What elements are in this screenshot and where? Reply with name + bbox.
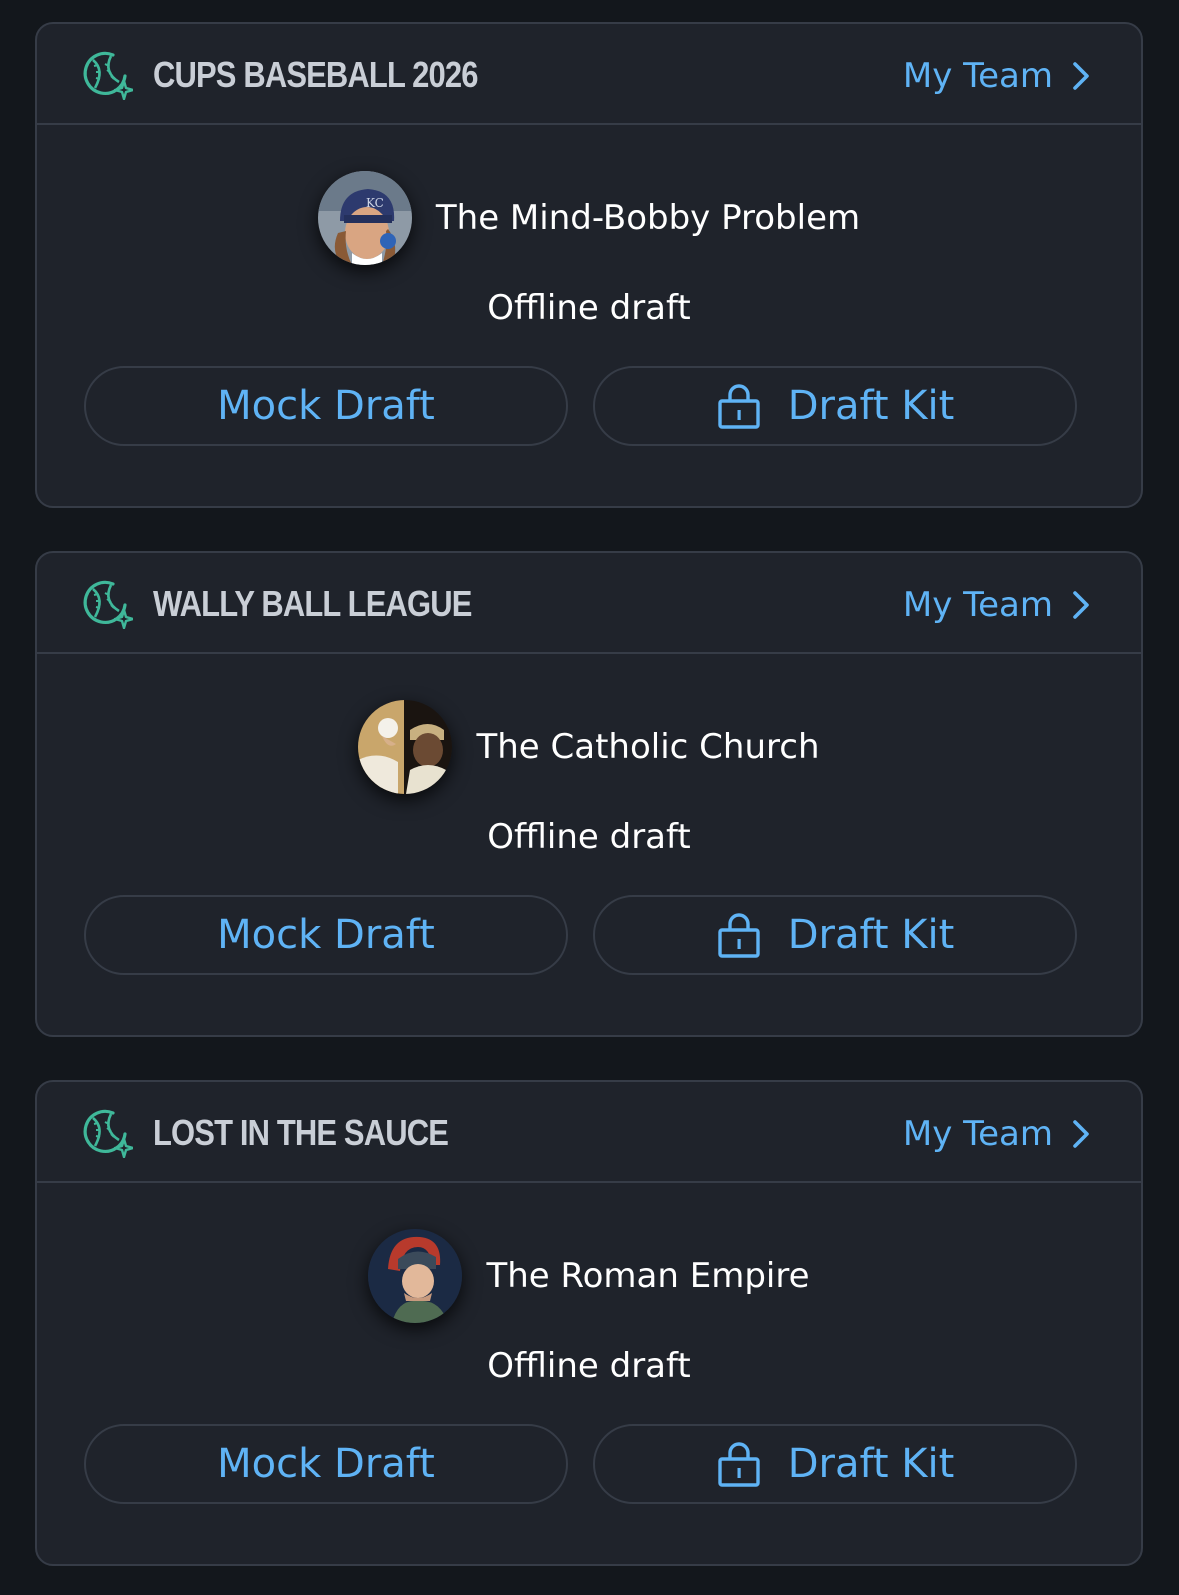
mock-draft-button[interactable]: Mock Draft [84, 366, 568, 446]
mock-draft-label: Mock Draft [217, 912, 435, 958]
draft-kit-button[interactable]: Draft Kit [593, 895, 1077, 975]
draft-kit-button[interactable]: Draft Kit [593, 1424, 1077, 1504]
mock-draft-label: Mock Draft [217, 1441, 435, 1487]
draft-kit-label: Draft Kit [787, 912, 955, 958]
my-team-link[interactable]: My Team [903, 54, 1091, 98]
chevron-right-icon [1073, 62, 1089, 90]
team-avatar [358, 700, 453, 794]
team-avatar [368, 1229, 463, 1323]
team-row[interactable]: KC The Mind-Bobby Problem [37, 170, 1141, 266]
baseball-sparkle-icon [83, 1109, 133, 1158]
lock-icon [718, 384, 760, 429]
league-name: WALLY BALL LEAGUE [153, 583, 472, 624]
draft-status: Offline draft [487, 288, 691, 328]
my-team-label: My Team [902, 585, 1053, 625]
my-team-link[interactable]: My Team [903, 1112, 1091, 1156]
league-card: CUPS BASEBALL 2026 My Team KC The Mind-B… [35, 22, 1143, 508]
league-name: LOST IN THE SAUCE [153, 1112, 449, 1153]
baseball-sparkle-icon [83, 51, 133, 100]
draft-kit-label: Draft Kit [787, 1441, 955, 1487]
mock-draft-button[interactable]: Mock Draft [84, 1424, 568, 1504]
team-row[interactable]: The Catholic Church [37, 699, 1141, 795]
draft-kit-button[interactable]: Draft Kit [593, 366, 1077, 446]
draft-status: Offline draft [487, 1346, 691, 1386]
lock-icon [718, 1442, 760, 1487]
my-team-label: My Team [902, 56, 1053, 96]
chevron-right-icon [1073, 1120, 1089, 1148]
chevron-right-icon [1073, 591, 1089, 619]
my-team-link[interactable]: My Team [903, 583, 1091, 627]
league-header: WALLY BALL LEAGUE My Team [37, 553, 1141, 654]
team-name: The Catholic Church [476, 727, 820, 767]
mock-draft-label: Mock Draft [217, 383, 435, 429]
draft-status: Offline draft [487, 817, 691, 857]
mock-draft-button[interactable]: Mock Draft [84, 895, 568, 975]
team-avatar: KC [317, 171, 412, 265]
league-card: WALLY BALL LEAGUE My Team The Catholic C… [35, 551, 1143, 1037]
svg-text:KC: KC [366, 196, 384, 210]
baseball-sparkle-icon [83, 580, 133, 629]
league-name: CUPS BASEBALL 2026 [153, 54, 478, 95]
my-team-label: My Team [902, 1114, 1053, 1154]
league-header: CUPS BASEBALL 2026 My Team [37, 24, 1141, 125]
league-header: LOST IN THE SAUCE My Team [37, 1082, 1141, 1183]
draft-kit-label: Draft Kit [787, 383, 955, 429]
team-row[interactable]: The Roman Empire [37, 1228, 1141, 1324]
lock-icon [718, 913, 760, 958]
team-name: The Mind-Bobby Problem [435, 198, 861, 238]
league-card: LOST IN THE SAUCE My Team The Roman Empi… [35, 1080, 1143, 1566]
team-name: The Roman Empire [486, 1256, 810, 1296]
